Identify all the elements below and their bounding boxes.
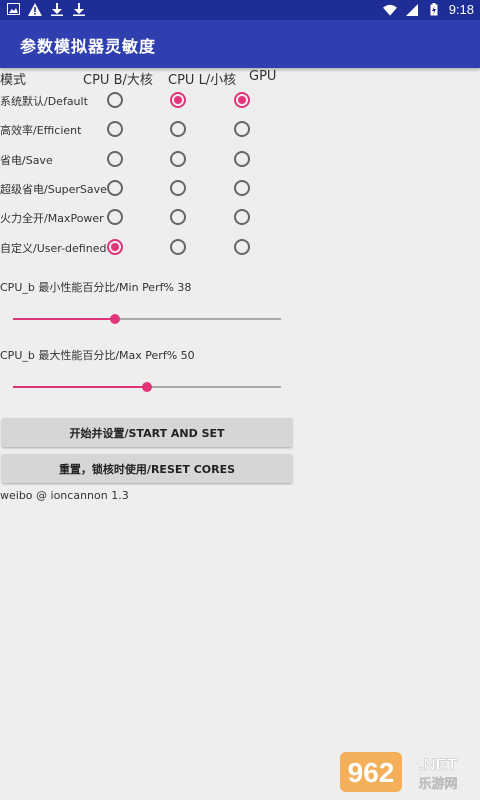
mode-label: 自定义/User-defined <box>0 242 107 255</box>
status-bar-right: 9:18 <box>382 2 474 17</box>
min-perf-slider[interactable] <box>13 312 281 326</box>
download-icon <box>50 2 64 16</box>
mode-row-efficient: 高效率/Efficient <box>0 115 480 144</box>
radio-supersave-gpu[interactable] <box>234 180 250 196</box>
footer-credit: weibo @ ioncannon 1.3 <box>0 489 129 502</box>
radio-efficient-cpu-b[interactable] <box>107 121 123 137</box>
svg-text:962: 962 <box>348 757 395 788</box>
status-bar-left <box>6 2 86 16</box>
min-perf-label: CPU_b 最小性能百分比/Min Perf% 38 <box>0 281 192 294</box>
radio-user-defined-gpu[interactable] <box>234 239 250 255</box>
mode-row-maxpower: 火力全开/MaxPower <box>0 203 480 232</box>
radio-user-defined-cpu-b[interactable] <box>107 239 123 255</box>
mode-row-user-defined: 自定义/User-defined <box>0 233 480 262</box>
slider-thumb[interactable] <box>142 382 152 392</box>
signal-icon <box>405 3 419 17</box>
radio-supersave-cpu-b[interactable] <box>107 180 123 196</box>
mode-label: 超级省电/SuperSave <box>0 183 107 196</box>
header-gpu: GPU <box>249 69 277 84</box>
app-bar: 参数模拟器灵敏度 <box>0 20 480 68</box>
slider-fill <box>13 386 147 388</box>
radio-supersave-cpu-l[interactable] <box>170 180 186 196</box>
radio-user-defined-cpu-l[interactable] <box>170 239 186 255</box>
mode-label: 火力全开/MaxPower <box>0 212 104 225</box>
radio-efficient-gpu[interactable] <box>234 121 250 137</box>
mode-row-supersave: 超级省电/SuperSave <box>0 174 480 203</box>
radio-save-gpu[interactable] <box>234 151 250 167</box>
radio-maxpower-cpu-b[interactable] <box>107 209 123 225</box>
reset-cores-button[interactable]: 重置，锁核时使用/RESET CORES <box>2 454 292 483</box>
mode-row-default: 系统默认/Default <box>0 86 480 115</box>
radio-default-gpu[interactable] <box>234 92 250 108</box>
radio-default-cpu-b[interactable] <box>107 92 123 108</box>
radio-maxpower-gpu[interactable] <box>234 209 250 225</box>
mode-label: 省电/Save <box>0 154 53 167</box>
slider-thumb[interactable] <box>109 314 120 324</box>
app-title: 参数模拟器灵敏度 <box>20 37 157 56</box>
svg-text:.NET: .NET <box>419 755 458 774</box>
wifi-icon <box>382 3 397 17</box>
max-perf-slider[interactable] <box>13 380 281 394</box>
start-and-set-button[interactable]: 开始并设置/START AND SET <box>2 418 292 447</box>
grid-header: 模式 CPU B/大核 CPU L/小核 GPU <box>0 68 480 88</box>
radio-efficient-cpu-l[interactable] <box>170 121 186 137</box>
battery-icon <box>427 3 441 17</box>
status-bar: 9:18 <box>0 0 480 20</box>
max-perf-label: CPU_b 最大性能百分比/Max Perf% 50 <box>0 349 195 362</box>
radio-maxpower-cpu-l[interactable] <box>170 209 186 225</box>
image-icon <box>6 2 20 16</box>
radio-default-cpu-l[interactable] <box>170 92 186 108</box>
mode-label: 系统默认/Default <box>0 95 88 108</box>
slider-fill <box>13 318 115 320</box>
svg-text:乐游网: 乐游网 <box>418 776 457 792</box>
download-icon <box>72 2 86 16</box>
radio-save-cpu-l[interactable] <box>170 151 186 167</box>
mode-row-save: 省电/Save <box>0 145 480 174</box>
clock: 9:18 <box>448 2 474 17</box>
watermark-logo: 962 .NET 乐游网 <box>340 750 474 794</box>
radio-save-cpu-b[interactable] <box>107 151 123 167</box>
warning-icon <box>28 2 42 16</box>
mode-label: 高效率/Efficient <box>0 124 82 137</box>
